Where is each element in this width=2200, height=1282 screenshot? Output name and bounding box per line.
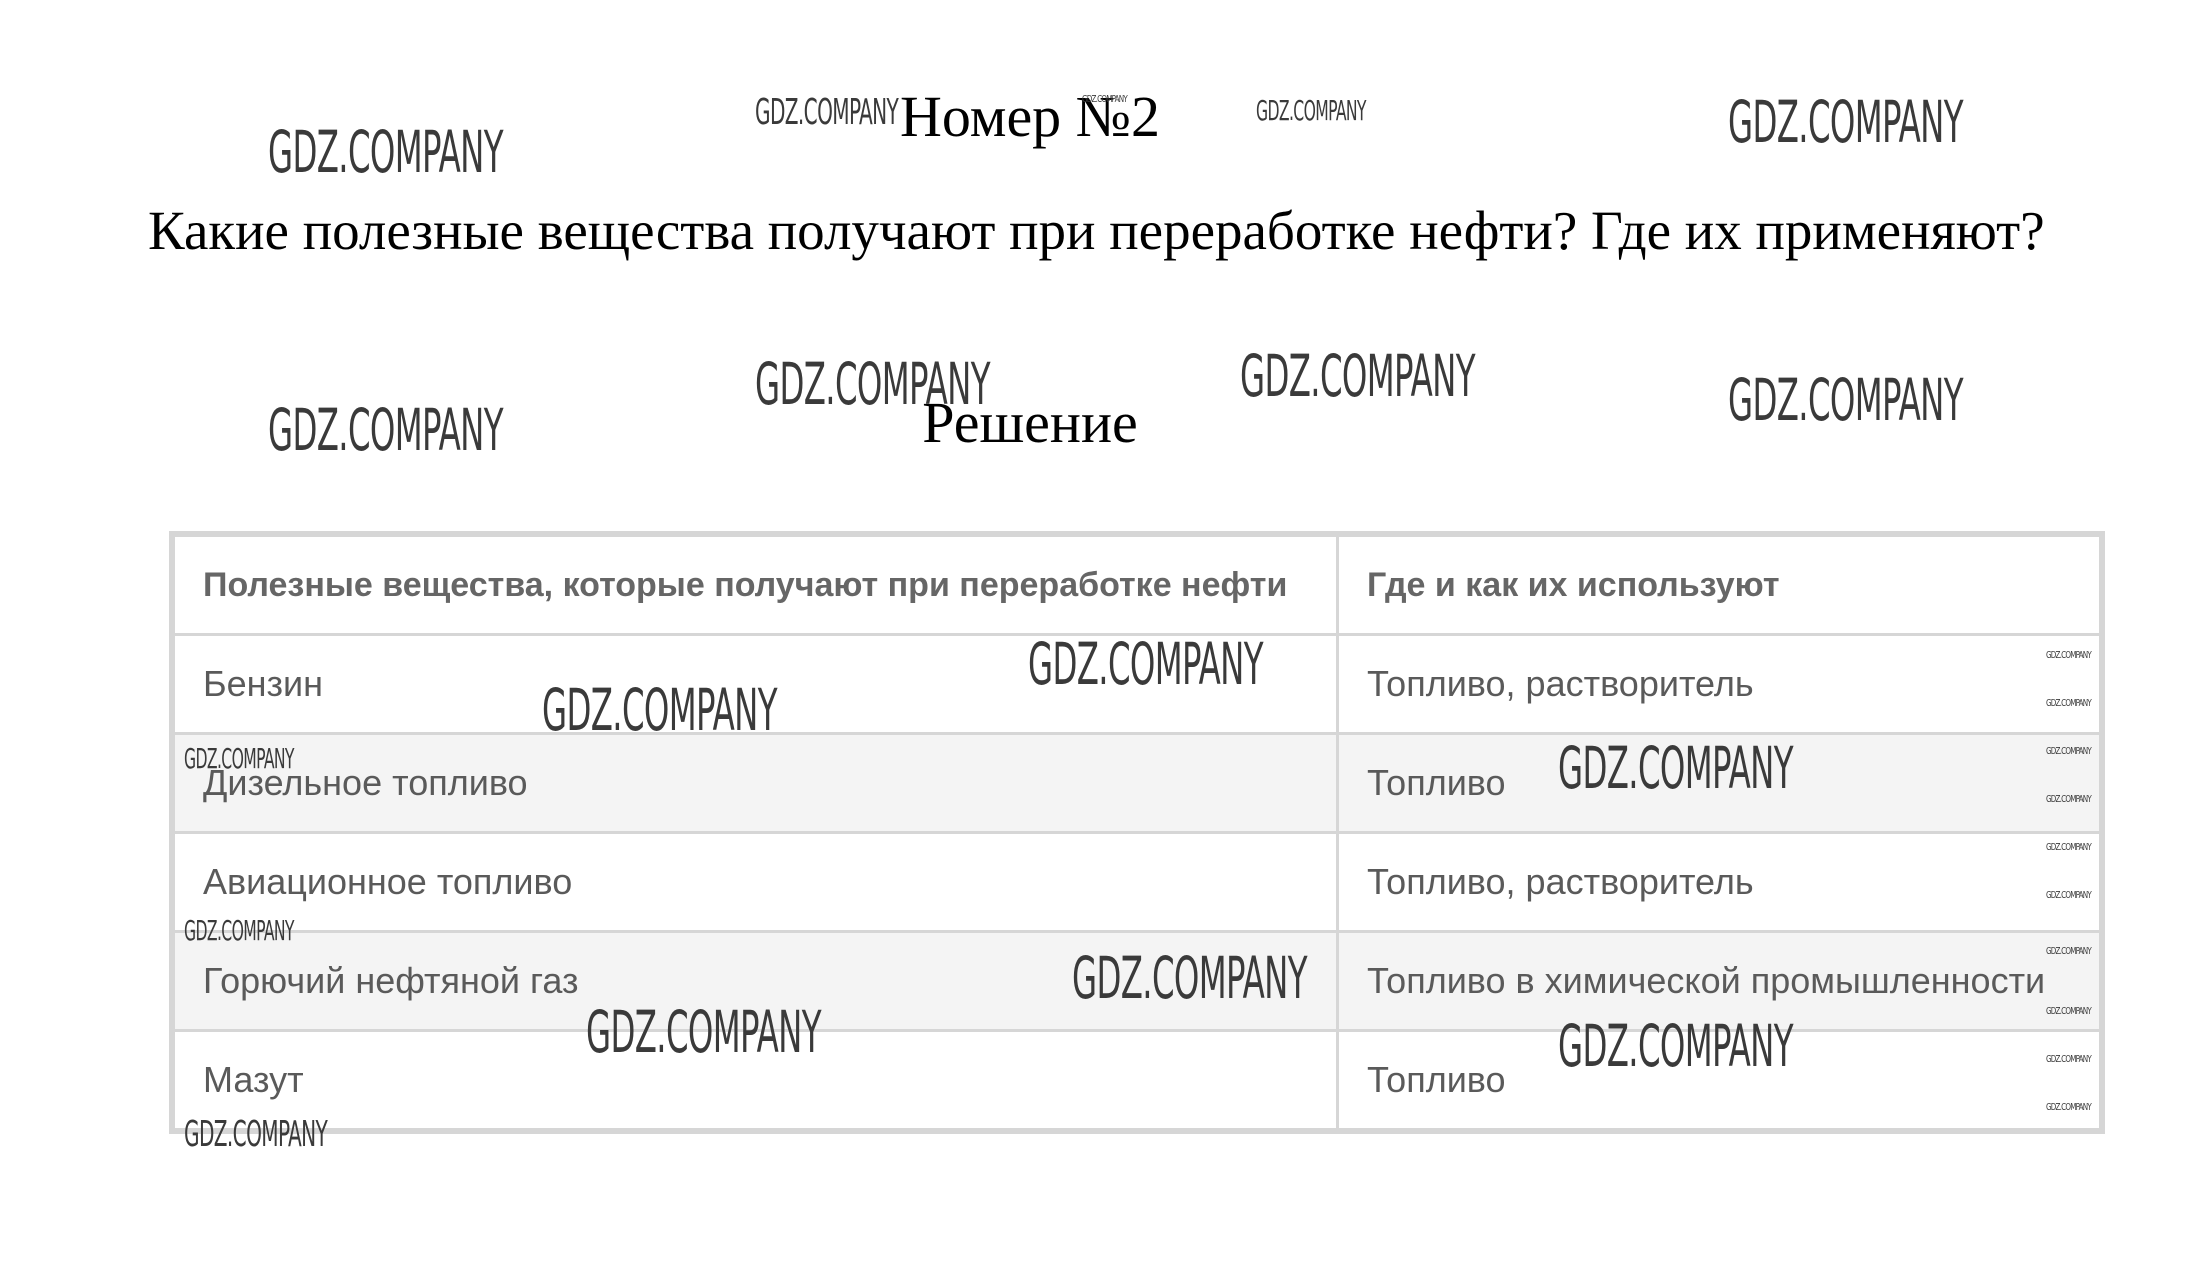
watermark: GDZ.COMPANY (1028, 630, 1263, 698)
watermark: GDZ.COMPANY (1558, 1012, 1793, 1080)
watermark: GDZ.COMPANY (2046, 746, 2092, 757)
watermark: GDZ.COMPANY (755, 92, 899, 133)
watermark: GDZ.COMPANY (1728, 88, 1963, 156)
watermark: GDZ.COMPANY (542, 676, 777, 744)
answer-table: Полезные вещества, которые получают при … (169, 531, 2105, 1134)
answer-table-grid: Полезные вещества, которые получают при … (172, 534, 2102, 1131)
watermark: GDZ.COMPANY (184, 742, 294, 775)
table-header-row: Полезные вещества, которые получают при … (172, 534, 2102, 636)
table-cell-substance: Авиационное топливо (172, 831, 1339, 933)
table-row: Дизельное топливо Топливо (172, 732, 2102, 834)
watermark: GDZ.COMPANY (268, 118, 503, 186)
watermark: GDZ.COMPANY (1558, 734, 1793, 802)
watermark: GDZ.COMPANY (1072, 944, 1307, 1012)
table-cell-usage: Топливо, растворитель (1336, 831, 2102, 933)
table-header-usage: Где и как их используют (1336, 534, 2102, 636)
watermark: GDZ.COMPANY (184, 914, 294, 947)
watermark: GDZ.COMPANY (2046, 1054, 2092, 1065)
watermark: GDZ.COMPANY (1728, 366, 1963, 434)
table-row: Мазут Топливо (172, 1029, 2102, 1131)
watermark: GDZ.COMPANY (2046, 842, 2092, 853)
watermark: GDZ.COMPANY (2046, 946, 2092, 957)
question-text: Какие полезные вещества получают при пер… (148, 200, 2045, 261)
watermark: GDZ.COMPANY (268, 396, 503, 464)
watermark: GDZ.COMPANY (184, 1114, 328, 1155)
watermark: GDZ.COMPANY (1082, 94, 1128, 105)
table-row: Авиационное топливо Топливо, растворител… (172, 831, 2102, 933)
watermark: GDZ.COMPANY (1256, 94, 1366, 127)
watermark: GDZ.COMPANY (1240, 342, 1475, 410)
watermark: GDZ.COMPANY (2046, 1006, 2092, 1017)
watermark: GDZ.COMPANY (2046, 650, 2092, 661)
table-cell-usage: Топливо, растворитель (1336, 633, 2102, 735)
watermark: GDZ.COMPANY (2046, 1102, 2092, 1113)
table-header-substances: Полезные вещества, которые получают при … (172, 534, 1339, 636)
table-cell-substance: Дизельное топливо (172, 732, 1339, 834)
watermark: GDZ.COMPANY (2046, 698, 2092, 709)
watermark: GDZ.COMPANY (755, 350, 990, 418)
watermark: GDZ.COMPANY (2046, 794, 2092, 805)
watermark: GDZ.COMPANY (586, 998, 821, 1066)
watermark: GDZ.COMPANY (2046, 890, 2092, 901)
